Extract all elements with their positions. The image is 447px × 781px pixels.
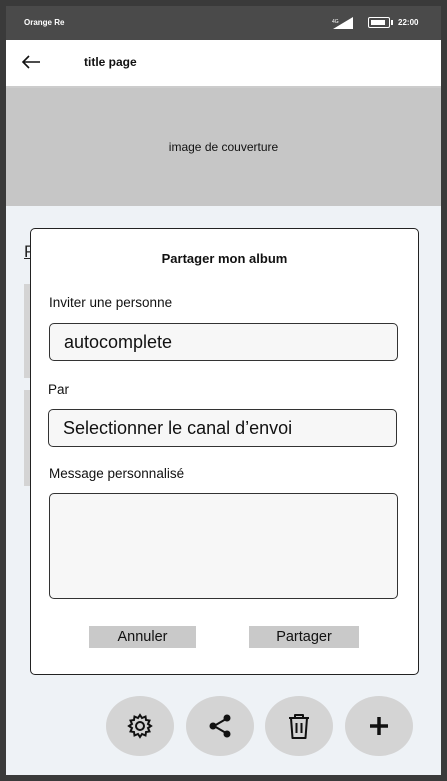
plus-icon bbox=[370, 717, 388, 735]
carrier-name: Orange Re bbox=[24, 18, 65, 27]
share-icon bbox=[209, 714, 231, 738]
gear-icon bbox=[127, 713, 153, 739]
settings-button[interactable] bbox=[106, 696, 174, 756]
cancel-button[interactable]: Annuler bbox=[89, 626, 196, 648]
invite-autocomplete-input[interactable]: autocomplete bbox=[49, 323, 398, 361]
page-title: title page bbox=[84, 55, 137, 69]
cover-label: image de couverture bbox=[168, 140, 279, 154]
network-type: 4G bbox=[332, 19, 339, 25]
app-bar: title page bbox=[6, 40, 441, 88]
share-album-dialog: Partager mon album Inviter une personne … bbox=[30, 228, 419, 675]
message-textarea[interactable] bbox=[49, 493, 398, 599]
status-bar: Orange Re 4G 22:00 bbox=[6, 6, 441, 40]
signal-icon: 4G bbox=[332, 17, 353, 29]
delete-button[interactable] bbox=[265, 696, 333, 756]
share-button[interactable]: Partager bbox=[249, 626, 359, 648]
dialog-title: Partager mon album bbox=[161, 251, 288, 266]
battery-icon bbox=[368, 17, 393, 28]
cover-image: image de couverture bbox=[6, 88, 441, 206]
invite-label: Inviter une personne bbox=[49, 295, 173, 310]
trash-icon bbox=[289, 714, 309, 739]
message-label: Message personnalisé bbox=[49, 466, 185, 481]
phone-screen: Orange Re 4G 22:00 title page image de c… bbox=[6, 6, 441, 775]
clock: 22:00 bbox=[398, 18, 419, 27]
channel-label: Par bbox=[48, 382, 70, 397]
channel-select-value: Selectionner le canal d’envoi bbox=[63, 417, 293, 438]
channel-select[interactable]: Selectionner le canal d’envoi bbox=[48, 409, 397, 447]
arrow-left-icon[interactable] bbox=[20, 52, 42, 72]
add-button[interactable] bbox=[345, 696, 413, 756]
invite-input-value: autocomplete bbox=[64, 331, 173, 352]
share-action-button[interactable] bbox=[186, 696, 254, 756]
